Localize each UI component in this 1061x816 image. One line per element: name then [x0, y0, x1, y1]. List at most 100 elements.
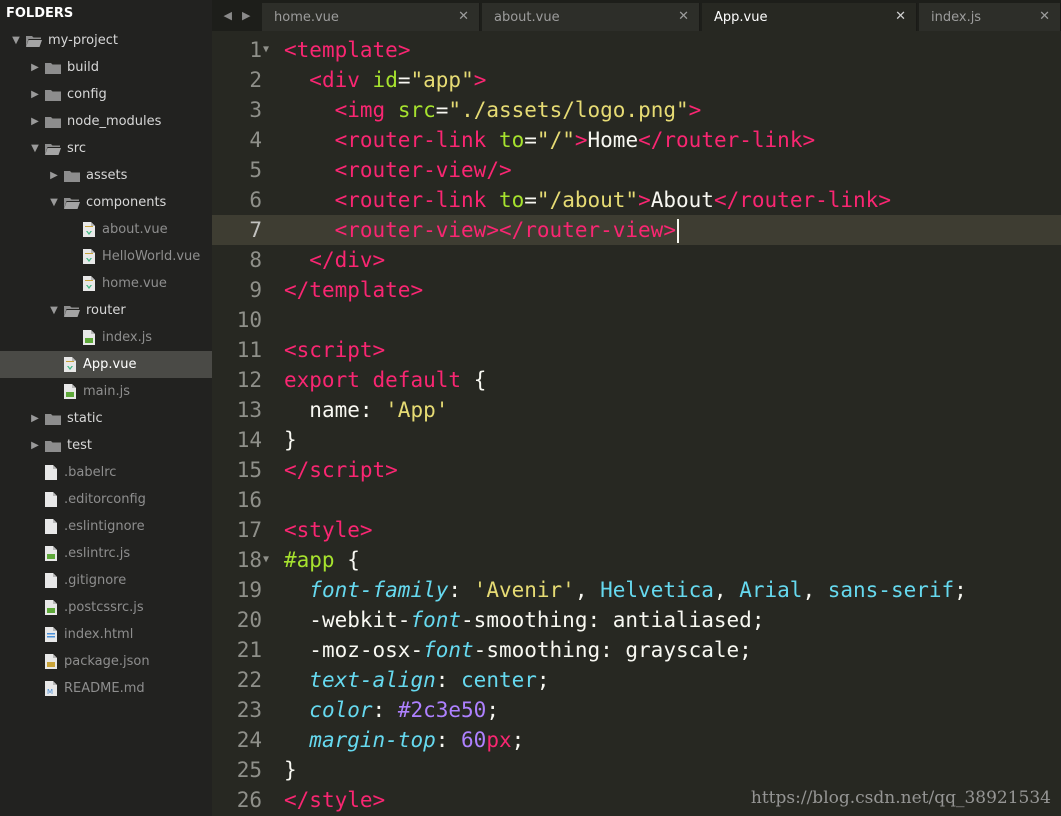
token-tag: > — [385, 458, 398, 482]
file-babelrc[interactable]: .babelrc — [0, 459, 212, 486]
token-tag: < — [284, 518, 297, 542]
caret-right-icon[interactable]: ▶ — [29, 440, 41, 451]
file-index-js[interactable]: index.js — [0, 324, 212, 351]
token-tag: > — [802, 128, 816, 152]
tab-about-vue[interactable]: about.vue ✕ — [482, 3, 700, 31]
file-eslintignore[interactable]: .eslintignore — [0, 513, 212, 540]
code-editor[interactable]: 1 ▼ <template> 2 <div id="app"> 3 <img src="… — [212, 31, 1061, 816]
code-line[interactable]: 7 <router-view></router-view> — [212, 215, 1061, 245]
code-line[interactable]: 15 </script> — [212, 455, 1061, 485]
code-line[interactable]: 6 <router-link to="/about">About</router… — [212, 185, 1061, 215]
folder-icon — [45, 62, 61, 74]
code-line[interactable]: 20 -webkit-font-smoothing: antialiased; — [212, 605, 1061, 635]
tree-item-label: App.vue — [83, 357, 137, 372]
code-line[interactable]: 3 <img src="./assets/logo.png"> — [212, 95, 1061, 125]
line-number: 12 — [236, 368, 262, 392]
folder-my-project[interactable]: ▼ my-project — [0, 27, 212, 54]
folder-node-modules[interactable]: ▶ node_modules — [0, 108, 212, 135]
folder-router[interactable]: ▼ router — [0, 297, 212, 324]
code-line[interactable]: 18 ▼ #app { — [212, 545, 1061, 575]
token-default: ; — [511, 728, 525, 752]
js-file-icon — [45, 546, 57, 561]
code-line[interactable]: 22 text-align: center; — [212, 665, 1061, 695]
tree-item-label: .eslintignore — [64, 519, 145, 534]
fold-arrow-icon[interactable]: ▼ — [263, 545, 273, 575]
file-eslintrc-js[interactable]: .eslintrc.js — [0, 540, 212, 567]
folder-build[interactable]: ▶ build — [0, 54, 212, 81]
tab-index-js[interactable]: index.js ✕ — [919, 3, 1061, 31]
token-tag-name: div — [321, 68, 360, 92]
caret-down-icon[interactable]: ▼ — [29, 143, 41, 154]
code-line[interactable]: 5 <router-view/> — [212, 155, 1061, 185]
code-line[interactable]: 8 </div> — [212, 245, 1061, 275]
token-tag-name: router-view — [347, 218, 487, 242]
code-line[interactable]: 14} — [212, 425, 1061, 455]
file-helloworld-vue[interactable]: HelloWorld.vue — [0, 243, 212, 270]
code-line[interactable]: 25} — [212, 755, 1061, 785]
code-line[interactable]: 16 — [212, 485, 1061, 515]
tab-label: about.vue — [494, 9, 560, 25]
fold-arrow-icon[interactable]: ▼ — [263, 35, 273, 65]
token-string: "app" — [410, 68, 474, 92]
token-attr: id — [372, 68, 398, 92]
code-line[interactable]: 21 -moz-osx-font-smoothing: grayscale; — [212, 635, 1061, 665]
caret-right-icon[interactable]: ▶ — [29, 413, 41, 424]
tab-home-vue[interactable]: home.vue ✕ — [262, 3, 480, 31]
code-line[interactable]: 9 </template> — [212, 275, 1061, 305]
folder-assets[interactable]: ▶ assets — [0, 162, 212, 189]
caret-down-icon[interactable]: ▼ — [48, 305, 60, 316]
file-readme-md[interactable]: M README.md — [0, 675, 212, 702]
file-about-vue[interactable]: about.vue — [0, 216, 212, 243]
folder-static[interactable]: ▶ static — [0, 405, 212, 432]
folder-components[interactable]: ▼ components — [0, 189, 212, 216]
code-line[interactable]: 11 <script> — [212, 335, 1061, 365]
file-index-html[interactable]: index.html — [0, 621, 212, 648]
code-line[interactable]: 24 margin-top: 60px; — [212, 725, 1061, 755]
code-text: <style> — [284, 515, 373, 545]
token-tag: > — [663, 218, 676, 242]
file-editorconfig[interactable]: .editorconfig — [0, 486, 212, 513]
caret-right-icon[interactable]: ▶ — [29, 89, 41, 100]
close-icon[interactable]: ✕ — [895, 10, 906, 24]
token-keyword: px — [486, 728, 512, 752]
token-value: center — [461, 668, 537, 692]
folder-src[interactable]: ▼ src — [0, 135, 212, 162]
code-line[interactable]: 13 name: 'App' — [212, 395, 1061, 425]
close-icon[interactable]: ✕ — [458, 10, 469, 24]
close-icon[interactable]: ✕ — [678, 10, 689, 24]
token-ws — [284, 218, 335, 242]
file-gitignore[interactable]: .gitignore — [0, 567, 212, 594]
code-line[interactable]: 12 export default { — [212, 365, 1061, 395]
file-app-vue[interactable]: App.vue — [0, 351, 212, 378]
code-line[interactable]: 1 ▼ <template> — [212, 35, 1061, 65]
code-line[interactable]: 23 color: #2c3e50; — [212, 695, 1061, 725]
token-string: "/about" — [536, 188, 639, 212]
arrow-left-icon[interactable]: ◀ — [224, 9, 232, 22]
tab-app-vue[interactable]: App.vue ✕ — [702, 3, 917, 31]
folder-config[interactable]: ▶ config — [0, 81, 212, 108]
token-attr: src — [397, 98, 436, 122]
code-line[interactable]: 4 <router-link to="/">Home</router-link> — [212, 125, 1061, 155]
file-home-vue[interactable]: home.vue — [0, 270, 212, 297]
line-number: 4 — [249, 128, 262, 152]
caret-right-icon[interactable]: ▶ — [29, 116, 41, 127]
sidebar: FOLDERS ▼ my-project ▶ build ▶ config ▶ node_mo… — [0, 0, 212, 816]
code-line[interactable]: 17 <style> — [212, 515, 1061, 545]
close-icon[interactable]: ✕ — [1039, 10, 1050, 24]
code-line[interactable]: 2 <div id="app"> — [212, 65, 1061, 95]
file-postcssrc-js[interactable]: .postcssrc.js — [0, 594, 212, 621]
caret-down-icon[interactable]: ▼ — [10, 35, 22, 46]
token-value: sans-serif — [827, 578, 955, 602]
caret-down-icon[interactable]: ▼ — [48, 197, 60, 208]
code-line[interactable]: 19 font-family: 'Avenir', Helvetica, Ari… — [212, 575, 1061, 605]
code-line[interactable]: 10 — [212, 305, 1061, 335]
token-default: ; — [954, 578, 967, 602]
file-main-js[interactable]: main.js — [0, 378, 212, 405]
caret-right-icon[interactable]: ▶ — [48, 170, 60, 181]
file-package-json[interactable]: package.json — [0, 648, 212, 675]
tree-item-label: README.md — [64, 681, 145, 696]
arrow-right-icon[interactable]: ▶ — [242, 9, 250, 22]
line-number: 15 — [236, 458, 262, 482]
caret-right-icon[interactable]: ▶ — [29, 62, 41, 73]
folder-test[interactable]: ▶ test — [0, 432, 212, 459]
